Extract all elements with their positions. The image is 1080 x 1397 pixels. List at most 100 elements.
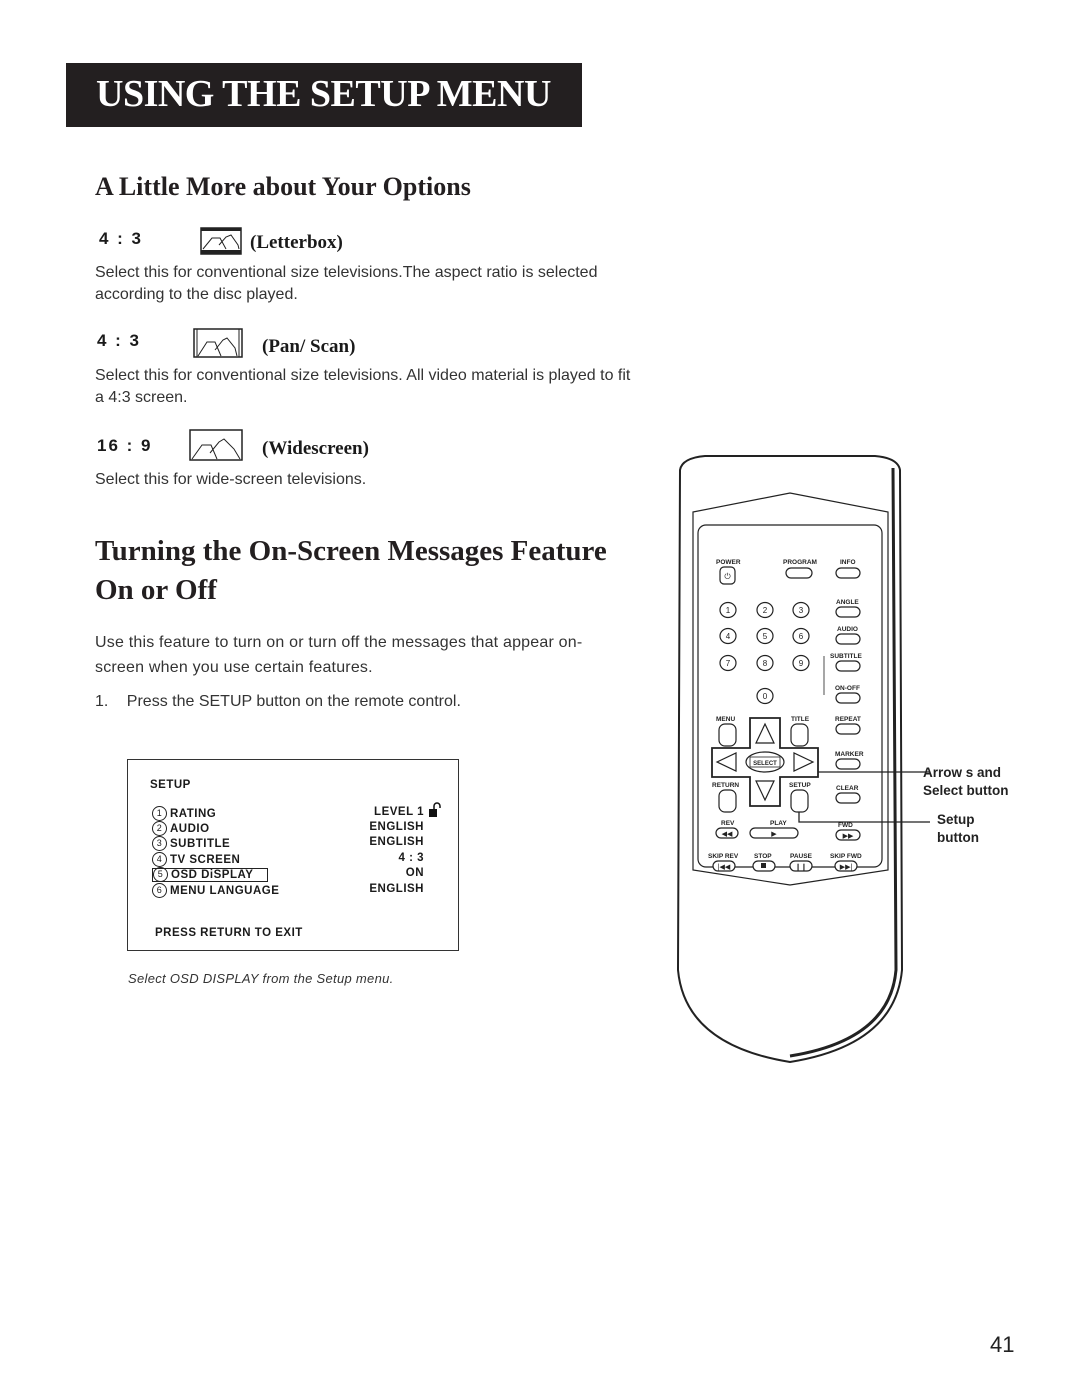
option-description: Select this for conventional size televi… — [95, 367, 631, 406]
osd-row: 1 RATING LEVEL 1 — [152, 802, 442, 821]
marker-button[interactable] — [835, 758, 861, 770]
return-button[interactable] — [718, 789, 737, 813]
audio-button[interactable] — [835, 633, 861, 645]
pause-label: PAUSE — [790, 853, 813, 860]
page-title: USING THE SETUP MENU — [96, 73, 551, 115]
osd-row-number: 2 — [152, 821, 167, 836]
option-ratio: 4 : 3 — [99, 229, 144, 248]
page-number: 41 — [990, 1332, 1015, 1357]
program-label: PROGRAM — [783, 559, 817, 566]
digit-label: 6 — [799, 632, 804, 641]
osd-footer: PRESS RETURN TO EXIT — [155, 927, 303, 939]
menu-label: MENU — [716, 716, 735, 723]
info-button[interactable] — [835, 567, 861, 579]
osd-setup-menu: SETUP 1 RATING LEVEL 1 2 AUDIO ENGLISH 3 SU… — [127, 759, 459, 951]
digit-label: 3 — [799, 606, 804, 615]
on-off-button[interactable] — [835, 692, 861, 704]
fwd-label: FWD — [838, 822, 853, 829]
letterbox-icon — [200, 227, 242, 255]
digit-label: 1 — [726, 606, 731, 615]
osd-intro-text: Use this feature to turn on or turn off … — [95, 634, 583, 676]
figure-caption: Select OSD DISPLAY from the Setup menu. — [128, 971, 394, 986]
play-icon: ▶ — [771, 831, 777, 838]
option-ratio: 4 : 3 — [97, 331, 142, 350]
angle-button[interactable] — [835, 606, 861, 618]
stop-label: STOP — [754, 853, 772, 860]
osd-row-number: 6 — [152, 883, 167, 898]
osd-row-value: ENGLISH — [369, 821, 424, 833]
digit-label: 9 — [799, 659, 804, 668]
osd-row-value: 4 : 3 — [398, 852, 424, 864]
subtitle-label: SUBTITLE — [830, 653, 862, 660]
arrows-select-callout: Arrow s and Select button — [923, 764, 1009, 800]
digit-label: 4 — [726, 632, 731, 641]
osd-feature-heading: Turning the On-Screen Messages Feature O… — [95, 535, 607, 606]
callout-line: button — [937, 830, 979, 845]
info-label: INFO — [840, 559, 856, 566]
clear-button[interactable] — [835, 792, 861, 804]
osd-row-label: OSD DiSPLAY — [171, 868, 254, 881]
digit-label: 2 — [763, 606, 768, 615]
osd-row-number: 4 — [152, 852, 167, 867]
digit-label: 5 — [763, 632, 768, 641]
osd-row-value-text: LEVEL 1 — [374, 806, 424, 818]
option-mode: (Pan/ Scan) — [262, 336, 356, 357]
setup-button[interactable] — [790, 789, 809, 813]
callout-line: Select button — [923, 783, 1009, 798]
osd-row-number: 1 — [152, 806, 167, 821]
repeat-button[interactable] — [835, 723, 861, 735]
program-button[interactable] — [785, 567, 813, 579]
option-mode: (Widescreen) — [262, 438, 369, 459]
step-item: 1. Press the SETUP button on the remote … — [95, 691, 635, 713]
setup-label: SETUP — [789, 782, 811, 789]
unlocked-padlock-icon — [429, 802, 441, 817]
step-text: Press the SETUP button on the remote con… — [126, 693, 461, 710]
menu-button[interactable] — [718, 723, 737, 747]
title-label: TITLE — [791, 716, 810, 723]
osd-row-value: ENGLISH — [369, 883, 424, 895]
power-icon: ⏻ — [724, 572, 731, 581]
osd-row-label: MENU LANGUAGE — [170, 884, 280, 897]
osd-row-label: SUBTITLE — [170, 837, 231, 850]
widescreen-icon — [189, 429, 243, 461]
osd-row-value: ON — [405, 867, 424, 879]
osd-row: 6 MENU LANGUAGE ENGLISH — [152, 883, 442, 898]
subtitle-button[interactable] — [835, 660, 861, 672]
option-description: Select this for wide-screen televisions. — [95, 471, 367, 488]
digit-label: 0 — [763, 692, 768, 701]
skip-forward-icon: ▶▶| — [840, 864, 853, 871]
rev-label: REV — [721, 820, 735, 827]
osd-row-label: TV SCREEN — [170, 853, 241, 866]
options-heading: A Little More about Your Options — [95, 172, 471, 201]
remote-control-illustration: POWER ⏻ PROGRAM INFO 1 2 3 4 5 6 7 8 9 0 ANGLE AU… — [676, 455, 920, 1064]
step-number: 1. — [95, 693, 109, 710]
option-mode: (Letterbox) — [250, 232, 343, 253]
osd-row: 2 AUDIO ENGLISH — [152, 821, 442, 836]
title-button[interactable] — [790, 723, 809, 747]
marker-label: MARKER — [835, 751, 864, 758]
repeat-label: REPEAT — [835, 716, 861, 723]
rewind-icon: ◀◀ — [722, 831, 733, 838]
osd-row-value: ENGLISH — [369, 836, 424, 848]
power-label: POWER — [716, 559, 741, 566]
on-off-label: ON-OFF — [835, 685, 860, 692]
skip-fwd-label: SKIP FWD — [830, 853, 862, 860]
stop-icon — [761, 863, 766, 868]
setup-button-callout: Setup button — [937, 811, 979, 847]
pause-icon: ❙❙ — [795, 863, 807, 871]
skip-rev-label: SKIP REV — [708, 853, 739, 860]
fast-forward-icon: ▶▶ — [843, 833, 854, 840]
play-label: PLAY — [770, 820, 787, 827]
osd-row: 3 SUBTITLE ENGLISH — [152, 836, 442, 851]
option-ratio: 16 : 9 — [97, 436, 153, 455]
osd-row-number: 5 — [153, 867, 168, 882]
select-label: SELECT — [753, 761, 777, 767]
osd-row-number: 3 — [152, 836, 167, 851]
osd-row-selected: 5 OSD DiSPLAY ON — [152, 867, 442, 882]
audio-label: AUDIO — [837, 626, 858, 633]
digit-label: 7 — [726, 659, 731, 668]
digit-label: 8 — [763, 659, 768, 668]
callout-line: Setup — [937, 812, 975, 827]
osd-row-label: RATING — [170, 807, 217, 820]
skip-back-icon: |◀◀ — [718, 864, 731, 871]
